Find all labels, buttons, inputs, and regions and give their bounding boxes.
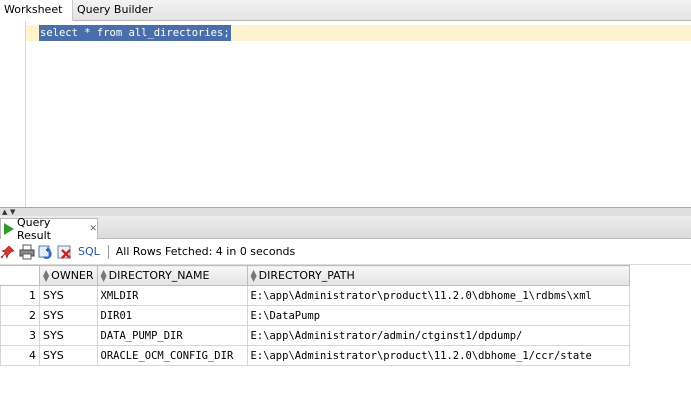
row-number-header (0, 265, 40, 286)
play-icon (4, 223, 14, 235)
grid-header-row: ▲ ▼ OWNER ▲ ▼ DIRECTORY_NAME ▲ ▼ DIRECTORY_PAT… (0, 265, 630, 286)
column-header-directory-name[interactable]: ▲ ▼ DIRECTORY_NAME (96, 265, 248, 286)
sql-button[interactable]: SQL (78, 245, 100, 258)
collapse-up-icon[interactable]: ▲ (2, 208, 7, 216)
column-header-label: OWNER (51, 269, 94, 282)
cell-directory-name[interactable]: XMLDIR (96, 285, 248, 306)
table-row[interactable]: 4 SYS ORACLE_OCM_CONFIG_DIR E:\app\Admin… (0, 345, 630, 366)
tab-worksheet[interactable]: Worksheet (0, 0, 73, 21)
fetch-status: All Rows Fetched: 4 in 0 seconds (115, 245, 296, 258)
sort-icon: ▲ ▼ (250, 268, 257, 283)
result-grid: ▲ ▼ OWNER ▲ ▼ DIRECTORY_NAME ▲ ▼ DIRECTORY_PAT… (0, 265, 630, 366)
cell-owner[interactable]: SYS (39, 345, 98, 366)
refresh-icon[interactable] (38, 244, 54, 260)
sort-icon: ▲ ▼ (100, 268, 107, 283)
cell-directory-path[interactable]: E:\app\Administrator\product\11.2.0\dbho… (246, 345, 630, 366)
cell-owner[interactable]: SYS (39, 285, 98, 306)
cell-directory-name[interactable]: DATA_PUMP_DIR (96, 325, 248, 346)
result-tab-strip: Query Result ✕ (0, 216, 691, 242)
sql-editor[interactable]: select * from all_directories; (0, 21, 691, 207)
sort-icon: ▲ ▼ (43, 268, 50, 283)
cancel-icon[interactable] (57, 244, 73, 260)
editor-tab-strip: Worksheet Query Builder (0, 0, 691, 21)
row-number[interactable]: 4 (0, 345, 40, 366)
print-icon[interactable] (19, 244, 35, 260)
tab-query-builder[interactable]: Query Builder (72, 0, 161, 20)
column-header-owner[interactable]: ▲ ▼ OWNER (39, 265, 98, 286)
table-row[interactable]: 1 SYS XMLDIR E:\app\Administrator\produc… (0, 285, 630, 306)
column-header-label: DIRECTORY_NAME (108, 269, 210, 282)
result-toolbar: SQL All Rows Fetched: 4 in 0 seconds (0, 239, 691, 265)
cell-directory-name[interactable]: ORACLE_OCM_CONFIG_DIR (96, 345, 248, 366)
tab-query-result[interactable]: Query Result ✕ (0, 216, 98, 242)
collapse-down-icon[interactable]: ▼ (10, 208, 15, 216)
cell-directory-path[interactable]: E:\app\Administrator\product\11.2.0\dbho… (246, 285, 630, 306)
column-header-directory-path[interactable]: ▲ ▼ DIRECTORY_PATH (246, 265, 630, 286)
cell-owner[interactable]: SYS (39, 305, 98, 326)
row-number[interactable]: 2 (0, 305, 40, 326)
column-header-label: DIRECTORY_PATH (258, 269, 355, 282)
cell-owner[interactable]: SYS (39, 325, 98, 346)
sql-statement[interactable]: select * from all_directories; (39, 25, 231, 41)
table-row[interactable]: 3 SYS DATA_PUMP_DIR E:\app\Administrator… (0, 325, 630, 346)
row-number[interactable]: 1 (0, 285, 40, 306)
pin-icon[interactable] (0, 244, 16, 260)
toolbar-divider (107, 244, 109, 259)
cell-directory-path[interactable]: E:\DataPump (246, 305, 630, 326)
line-gutter (0, 21, 26, 207)
cell-directory-name[interactable]: DIR01 (96, 305, 248, 326)
cell-directory-path[interactable]: E:\app\Administrator/admin/ctginst1/dpdu… (246, 325, 630, 346)
row-number[interactable]: 3 (0, 325, 40, 346)
close-icon[interactable]: ✕ (89, 224, 97, 234)
table-row[interactable]: 2 SYS DIR01 E:\DataPump (0, 305, 630, 326)
